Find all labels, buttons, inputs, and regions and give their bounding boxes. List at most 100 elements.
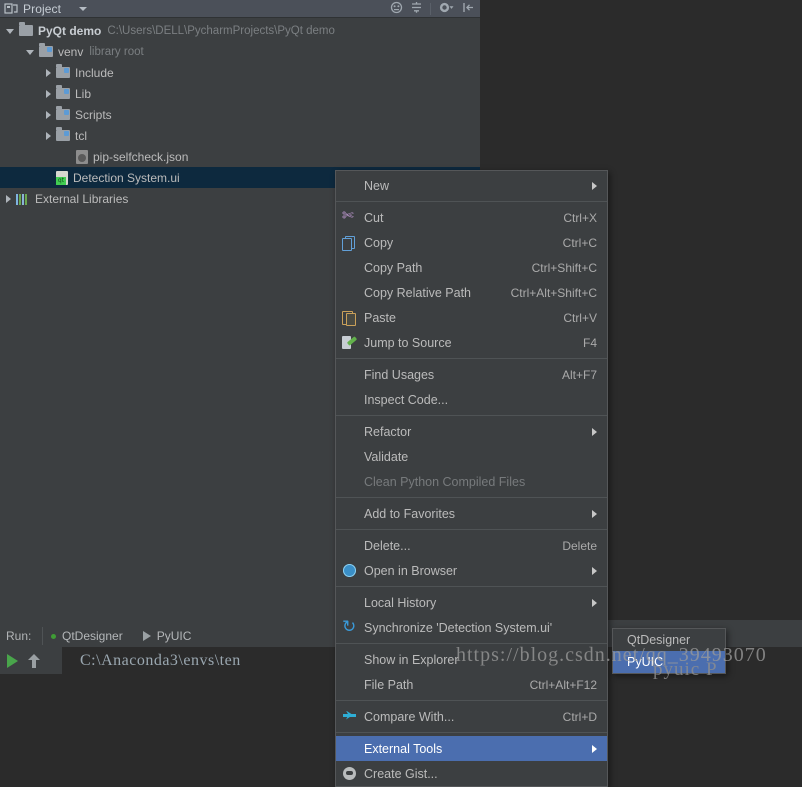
menu-item-label: Local History — [364, 595, 437, 610]
rerun-play-icon[interactable] — [7, 653, 18, 668]
menu-item-local-history[interactable]: Local History — [336, 590, 607, 615]
libraries-icon — [16, 193, 29, 205]
menu-item-external-tools[interactable]: External Tools — [336, 736, 607, 761]
chevron-right-icon[interactable] — [46, 131, 51, 140]
chevron-down-icon[interactable] — [26, 50, 34, 55]
target-icon[interactable] — [390, 1, 403, 17]
chevron-right-icon[interactable] — [6, 194, 11, 203]
menu-separator — [336, 529, 607, 530]
menu-icon-placeholder — [341, 260, 359, 276]
tree-row[interactable]: Lib — [0, 83, 480, 104]
menu-item-validate[interactable]: Validate — [336, 444, 607, 469]
menu-item-shortcut: Ctrl+Alt+F12 — [529, 677, 597, 692]
project-view-icon — [4, 2, 19, 15]
menu-item-create-gist[interactable]: Create Gist... — [336, 761, 607, 786]
menu-icon-placeholder — [341, 449, 359, 465]
menu-item-synchronize-detection-system-ui[interactable]: Synchronize 'Detection System.ui' — [336, 615, 607, 640]
menu-icon-placeholder — [341, 741, 359, 757]
tree-row[interactable]: Include — [0, 62, 480, 83]
tree-row-label: Lib — [75, 86, 92, 101]
menu-item-shortcut: Ctrl+X — [563, 210, 597, 225]
run-label: Run: — [6, 629, 32, 643]
qt-ui-file-icon — [56, 170, 68, 185]
project-panel-header: Project — [0, 0, 480, 18]
tree-row[interactable]: PyQt demo C:\Users\DELL\PycharmProjects\P… — [0, 20, 480, 41]
menu-item-cut[interactable]: Cut Ctrl+X — [336, 205, 607, 230]
globe-icon — [341, 563, 359, 579]
submenu-arrow-icon — [592, 744, 597, 753]
folder-icon — [56, 106, 70, 120]
menu-item-shortcut: Ctrl+Alt+Shift+C — [510, 285, 597, 300]
settings-gear-icon[interactable] — [438, 1, 455, 17]
tree-row-label: Include — [75, 65, 114, 80]
chevron-right-icon[interactable] — [46, 68, 51, 77]
menu-item-refactor[interactable]: Refactor — [336, 419, 607, 444]
submenu-arrow-icon — [592, 598, 597, 607]
chevron-down-icon[interactable] — [79, 6, 88, 11]
menu-item-new[interactable]: New — [336, 173, 607, 198]
menu-item-find-usages[interactable]: Find Usages Alt+F7 — [336, 362, 607, 387]
menu-separator — [336, 201, 607, 202]
jump-to-source-icon — [341, 335, 359, 351]
submenu-item-pyuic[interactable]: PyUIC — [613, 651, 725, 673]
scroll-up-icon[interactable] — [28, 653, 40, 668]
chevron-down-icon[interactable] — [6, 29, 14, 34]
menu-separator — [336, 732, 607, 733]
submenu-item-qtdesigner[interactable]: QtDesigner — [613, 629, 725, 651]
menu-item-open-in-browser[interactable]: Open in Browser — [336, 558, 607, 583]
tree-row[interactable]: venv library root — [0, 41, 480, 62]
submenu-arrow-icon — [592, 509, 597, 518]
tree-row[interactable]: tcl — [0, 125, 480, 146]
menu-icon-placeholder — [341, 595, 359, 611]
menu-item-jump-to-source[interactable]: Jump to Source F4 — [336, 330, 607, 355]
menu-item-paste[interactable]: Paste Ctrl+V — [336, 305, 607, 330]
menu-separator — [336, 586, 607, 587]
menu-icon-placeholder — [341, 178, 359, 194]
collapse-all-icon[interactable] — [410, 1, 423, 17]
menu-item-add-to-favorites[interactable]: Add to Favorites — [336, 501, 607, 526]
menu-icon-placeholder — [341, 367, 359, 383]
tree-row-label: pip-selfcheck.json — [93, 149, 189, 164]
menu-icon-placeholder — [341, 285, 359, 301]
sync-icon — [341, 617, 359, 637]
run-tab-qtdesigner[interactable]: QtDesigner — [43, 625, 135, 647]
menu-item-copy-relative-path[interactable]: Copy Relative Path Ctrl+Alt+Shift+C — [336, 280, 607, 305]
menu-item-compare-with[interactable]: Compare With... Ctrl+D — [336, 704, 607, 729]
run-tab-label: QtDesigner — [62, 629, 123, 643]
chevron-right-icon[interactable] — [46, 89, 51, 98]
menu-item-label: Clean Python Compiled Files — [364, 474, 526, 489]
menu-item-label: Compare With... — [364, 709, 455, 724]
menu-item-label: Paste — [364, 310, 396, 325]
tree-row-detail: C:\Users\DELL\PycharmProjects\PyQt demo — [107, 24, 335, 37]
chevron-right-icon[interactable] — [46, 110, 51, 119]
menu-item-label: Copy Relative Path — [364, 285, 472, 300]
menu-item-copy-path[interactable]: Copy Path Ctrl+Shift+C — [336, 255, 607, 280]
tree-row[interactable]: Scripts — [0, 104, 480, 125]
run-tab-pyuic[interactable]: PyUIC — [135, 625, 204, 647]
submenu-arrow-icon — [592, 181, 597, 190]
menu-item-inspect-code[interactable]: Inspect Code... — [336, 387, 607, 412]
menu-icon-placeholder — [341, 424, 359, 440]
menu-separator — [336, 643, 607, 644]
run-tab-label: PyUIC — [156, 629, 192, 643]
project-header-toolbar — [390, 1, 480, 17]
context-menu[interactable]: New Cut Ctrl+X Copy Ctrl+C Copy Path Ctrl+Shif… — [335, 170, 608, 787]
tree-row[interactable]: pip-selfcheck.json — [0, 146, 480, 167]
scissors-icon — [341, 208, 359, 226]
folder-icon — [39, 43, 53, 57]
menu-item-label: Synchronize 'Detection System.ui' — [364, 620, 553, 635]
menu-item-label: Cut — [364, 210, 384, 225]
menu-item-copy[interactable]: Copy Ctrl+C — [336, 230, 607, 255]
menu-item-shortcut: F4 — [582, 335, 597, 350]
external-tools-submenu[interactable]: QtDesigner PyUIC — [612, 628, 726, 674]
folder-icon — [19, 22, 33, 36]
menu-item-shortcut: Ctrl+D — [562, 709, 597, 724]
menu-item-label: Copy — [364, 235, 394, 250]
menu-item-show-in-explorer[interactable]: Show in Explorer — [336, 647, 607, 672]
paste-icon — [341, 310, 359, 326]
menu-item-delete[interactable]: Delete... Delete — [336, 533, 607, 558]
menu-item-label: New — [364, 178, 390, 193]
hide-panel-icon[interactable] — [462, 1, 475, 17]
menu-item-shortcut: Ctrl+Shift+C — [531, 260, 597, 275]
menu-item-file-path[interactable]: File Path Ctrl+Alt+F12 — [336, 672, 607, 697]
